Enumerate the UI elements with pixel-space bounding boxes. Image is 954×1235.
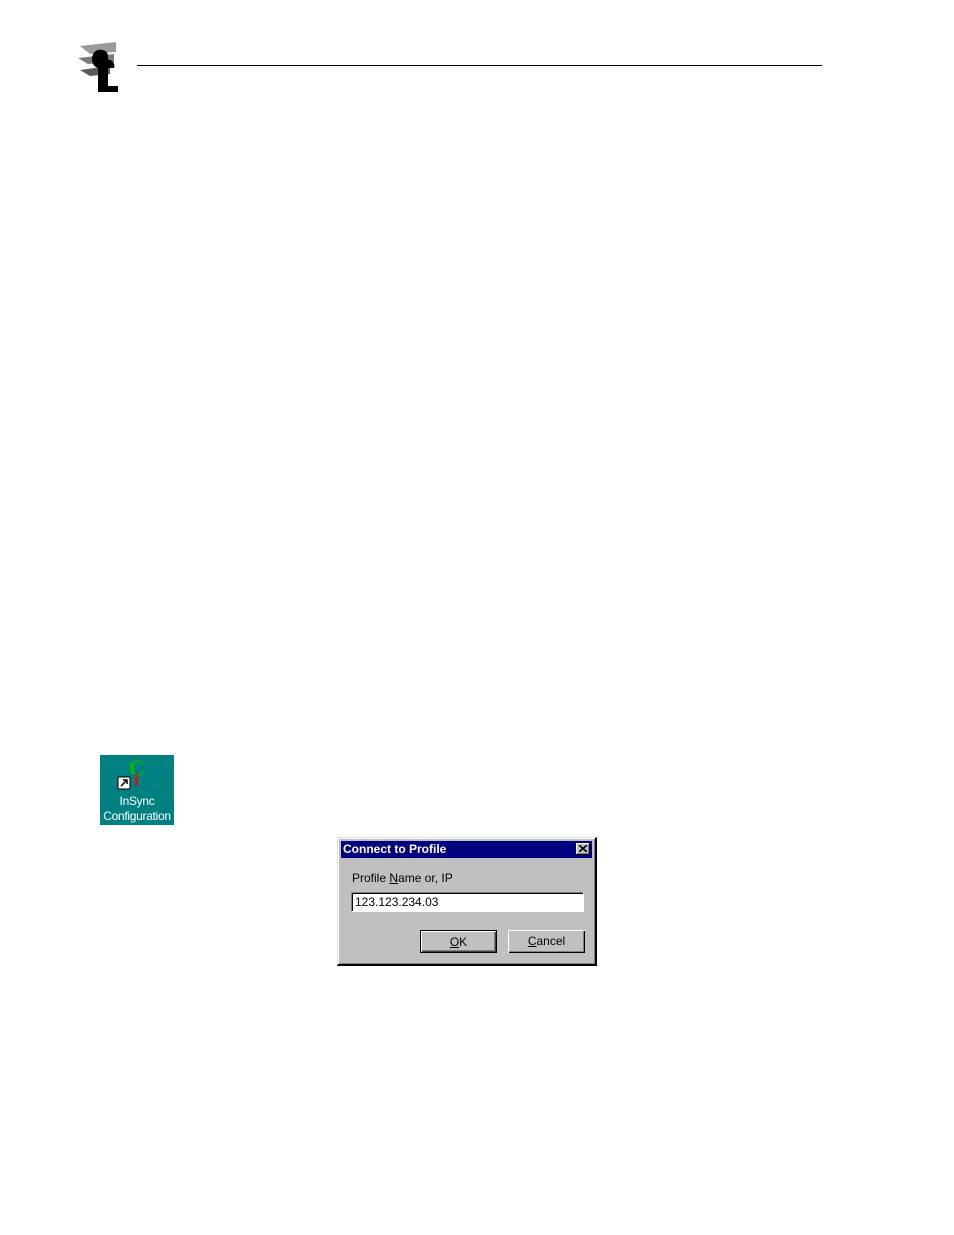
close-icon <box>579 845 587 852</box>
close-button[interactable] <box>576 843 590 855</box>
dialog-titlebar[interactable]: Connect to Profile <box>341 841 592 858</box>
cancel-button[interactable]: Cancel <box>508 930 585 953</box>
shortcut-label-line1: InSync <box>119 794 155 808</box>
dialog-title: Connect to Profile <box>343 842 447 856</box>
shortcut-label-line2: Configuration <box>103 809 171 823</box>
insync-app-icon: C i <box>100 755 174 795</box>
insync-configuration-shortcut[interactable]: C i InSync Configuration <box>100 755 174 825</box>
svg-text:i: i <box>134 769 139 789</box>
profile-name-label: Profile Name or, IP <box>352 871 453 885</box>
ok-button[interactable]: OK <box>420 930 497 953</box>
profile-name-input[interactable]: 123.123.234.03 <box>351 892 584 912</box>
publisher-logo-icon <box>76 42 120 94</box>
shortcut-arrow-icon <box>117 776 131 790</box>
header-rule <box>137 65 822 66</box>
connect-to-profile-dialog: Connect to Profile Profile Name or, IP 1… <box>337 837 597 966</box>
shortcut-label: InSync Configuration <box>100 794 174 824</box>
